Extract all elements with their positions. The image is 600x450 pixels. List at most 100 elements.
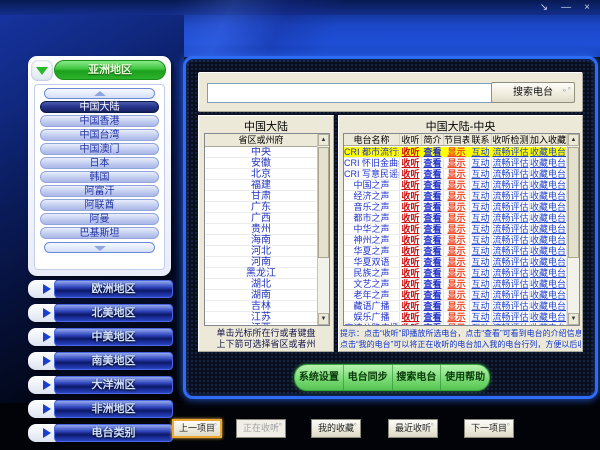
favorite-link[interactable]: 收藏电台 (530, 257, 567, 267)
province-item[interactable]: 河南 (205, 257, 317, 268)
intro-link[interactable]: 查看 (422, 213, 444, 223)
intro-link[interactable]: 查看 (422, 257, 444, 267)
stations-scrollbar[interactable]: ▲ ▼ (567, 134, 579, 325)
favorite-link[interactable]: 收藏电台 (530, 158, 567, 168)
province-item[interactable]: 贵州 (205, 224, 317, 235)
program-link[interactable]: 显示 (444, 202, 470, 212)
station-row[interactable]: 华夏双语收听查看显示互动流畅评估收藏电台 (344, 257, 567, 268)
favorite-link[interactable]: 收藏电台 (530, 213, 567, 223)
program-link[interactable]: 显示 (444, 158, 470, 168)
program-link[interactable]: 显示 (444, 147, 470, 157)
country-scroll-down-button[interactable] (44, 242, 155, 253)
country-item[interactable]: 阿联酋 (40, 199, 159, 211)
scroll-up-arrow-icon[interactable]: ▲ (318, 134, 329, 146)
program-link[interactable]: 显示 (444, 301, 470, 311)
contact-link[interactable]: 互动 (470, 147, 492, 157)
contact-link[interactable]: 互动 (470, 312, 492, 322)
listen-link[interactable]: 收听 (400, 213, 422, 223)
intro-link[interactable]: 查看 (422, 323, 444, 325)
country-item[interactable]: 阿富汗 (40, 185, 159, 197)
station-row[interactable]: 华夏之声收听查看显示互动流畅评估收藏电台 (344, 246, 567, 257)
station-row[interactable]: 神州之声收听查看显示互动流畅评估收藏电台 (344, 235, 567, 246)
tray-minimize-icon[interactable]: ↘ (540, 2, 548, 13)
program-link[interactable]: 显示 (444, 290, 470, 300)
country-item[interactable]: 中国香港 (40, 115, 159, 127)
my-favorites-button[interactable]: 我的收藏∘° (311, 419, 361, 438)
contact-link[interactable]: 互动 (470, 268, 492, 278)
search-input[interactable] (207, 83, 495, 103)
intro-link[interactable]: 查看 (422, 191, 444, 201)
stream-check-link[interactable]: 流畅评估 (492, 180, 530, 190)
stream-check-link[interactable]: 流畅评估 (492, 224, 530, 234)
stream-check-link[interactable]: 流畅评估 (492, 158, 530, 168)
recent-listened-button[interactable]: 最近收听∘° (388, 419, 438, 438)
stream-check-link[interactable]: 流畅评估 (492, 246, 530, 256)
province-item[interactable]: 河北 (205, 246, 317, 257)
region-button[interactable]: 电台类别 (28, 424, 173, 442)
program-link[interactable]: 显示 (444, 213, 470, 223)
favorite-link[interactable]: 收藏电台 (530, 202, 567, 212)
favorite-link[interactable]: 收藏电台 (530, 147, 567, 157)
stream-check-link[interactable]: 流畅评估 (492, 147, 530, 157)
province-item[interactable]: 湖南 (205, 290, 317, 301)
region-button[interactable]: 中美地区 (28, 328, 173, 346)
intro-link[interactable]: 查看 (422, 301, 444, 311)
station-row[interactable]: 民族之声收听查看显示互动流畅评估收藏电台 (344, 268, 567, 279)
stream-check-link[interactable]: 流畅评估 (492, 169, 530, 179)
intro-link[interactable]: 查看 (422, 246, 444, 256)
country-item[interactable]: 中国大陆 (40, 101, 159, 113)
contact-link[interactable]: 互动 (470, 290, 492, 300)
listen-link[interactable]: 收听 (400, 180, 422, 190)
listen-link[interactable]: 收听 (400, 147, 422, 157)
listen-link[interactable]: 收听 (400, 169, 422, 179)
scroll-down-arrow-icon[interactable]: ▼ (568, 313, 579, 325)
listen-link[interactable]: 收听 (400, 323, 422, 325)
favorite-link[interactable]: 收藏电台 (530, 312, 567, 322)
listen-link[interactable]: 收听 (400, 158, 422, 168)
favorite-link[interactable]: 收藏电台 (530, 268, 567, 278)
listen-link[interactable]: 收听 (400, 290, 422, 300)
favorite-link[interactable]: 收藏电台 (530, 279, 567, 289)
contact-link[interactable]: 互动 (470, 224, 492, 234)
listen-link[interactable]: 收听 (400, 312, 422, 322)
scrollbar-thumb[interactable] (318, 147, 329, 258)
favorite-link[interactable]: 收藏电台 (530, 191, 567, 201)
favorite-link[interactable]: 收藏电台 (530, 246, 567, 256)
stream-check-link[interactable]: 流畅评估 (492, 202, 530, 212)
station-row[interactable]: 都市之声收听查看显示互动流畅评估收藏电台 (344, 213, 567, 224)
program-link[interactable]: 显示 (444, 246, 470, 256)
region-button[interactable]: 欧洲地区 (28, 280, 173, 298)
stream-check-link[interactable]: 流畅评估 (492, 213, 530, 223)
country-item[interactable]: 中国澳门 (40, 143, 159, 155)
station-row[interactable]: 中国之声收听查看显示互动流畅评估收藏电台 (344, 180, 567, 191)
province-item[interactable]: 福建 (205, 180, 317, 191)
program-link[interactable]: 显示 (444, 169, 470, 179)
stream-check-link[interactable]: 流畅评估 (492, 323, 530, 325)
program-link[interactable]: 显示 (444, 312, 470, 322)
contact-link[interactable]: 互动 (470, 301, 492, 311)
next-item-button[interactable]: 下一项目∘° (464, 419, 514, 438)
intro-link[interactable]: 查看 (422, 147, 444, 157)
province-item[interactable]: 吉林 (205, 301, 317, 312)
favorite-link[interactable]: 收藏电台 (530, 180, 567, 190)
favorite-link[interactable]: 收藏电台 (530, 290, 567, 300)
favorite-link[interactable]: 收藏电台 (530, 323, 567, 325)
stream-check-link[interactable]: 流畅评估 (492, 301, 530, 311)
province-item[interactable]: 北京 (205, 169, 317, 180)
province-item[interactable]: 安徽 (205, 158, 317, 169)
stream-check-link[interactable]: 流畅评估 (492, 235, 530, 245)
province-item[interactable]: 广西 (205, 213, 317, 224)
collapse-region-button[interactable] (31, 60, 53, 81)
intro-link[interactable]: 查看 (422, 158, 444, 168)
program-link[interactable]: 显示 (444, 180, 470, 190)
listen-link[interactable]: 收听 (400, 224, 422, 234)
contact-link[interactable]: 互动 (470, 235, 492, 245)
intro-link[interactable]: 查看 (422, 224, 444, 234)
country-item[interactable]: 日本 (40, 157, 159, 169)
program-link[interactable]: 显示 (444, 268, 470, 278)
region-button[interactable]: 北美地区 (28, 304, 173, 322)
scrollbar-thumb[interactable] (568, 147, 579, 258)
intro-link[interactable]: 查看 (422, 312, 444, 322)
contact-link[interactable]: 互动 (470, 158, 492, 168)
intro-link[interactable]: 查看 (422, 290, 444, 300)
